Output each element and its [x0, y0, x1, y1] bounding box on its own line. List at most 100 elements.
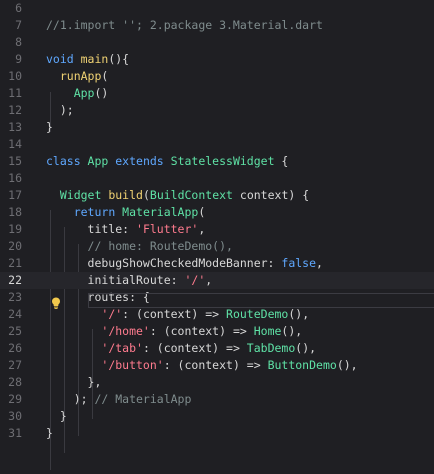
- code-text: return MaterialApp(: [46, 204, 206, 221]
- code-text: '/button': (context) => ButtonDemo(),: [46, 357, 358, 374]
- code-token: '/button': [101, 358, 164, 372]
- code-line[interactable]: 12 );: [0, 102, 434, 119]
- code-token: ,: [198, 222, 206, 236]
- code-line[interactable]: 11 App(): [0, 85, 434, 102]
- code-token: void: [46, 52, 81, 66]
- code-token: (),: [288, 307, 310, 321]
- code-text: class App extends StatelessWidget {: [46, 153, 288, 170]
- code-editor[interactable]: 6 7 //1.import ''; 2.package 3.Material.da…: [0, 0, 434, 474]
- code-line[interactable]: 31}: [0, 425, 434, 442]
- code-token: App: [87, 154, 116, 168]
- line-number: 21: [8, 256, 22, 270]
- code-text: initialRoute: '/',: [46, 272, 213, 289]
- code-token: (),: [336, 358, 358, 372]
- code-token: // MaterialApp: [94, 392, 192, 406]
- code-line[interactable]: 17 Widget build(BuildContext context) {: [0, 187, 434, 204]
- code-text: title: 'Flutter',: [46, 221, 206, 238]
- code-line[interactable]: 27 '/button': (context) => ButtonDemo(),: [0, 357, 434, 374]
- code-text: debugShowCheckedModeBanner: false,: [46, 255, 323, 272]
- code-token: App: [73, 86, 95, 100]
- line-number: 11: [8, 86, 22, 100]
- code-token: // home: RouteDemo(),: [87, 239, 233, 253]
- code-token: (: [142, 188, 150, 202]
- line-number: 27: [8, 358, 22, 372]
- line-number: 16: [8, 171, 22, 185]
- code-line[interactable]: 26 '/tab': (context) => TabDemo(),: [0, 340, 434, 357]
- code-token: false: [281, 256, 317, 270]
- line-number: 17: [8, 188, 22, 202]
- code-token: }: [46, 120, 53, 134]
- code-token: '/': [184, 273, 206, 287]
- code-token: '/tab': [101, 341, 143, 355]
- line-number: 20: [8, 239, 22, 253]
- line-number: 7: [15, 18, 22, 32]
- code-line[interactable]: 7 //1.import ''; 2.package 3.Material.dar…: [0, 17, 434, 34]
- line-number: 13: [8, 120, 22, 134]
- code-token: extends: [115, 154, 171, 168]
- code-text: void main(){: [46, 51, 129, 68]
- code-line[interactable]: 13}: [0, 119, 434, 136]
- code-token: : (context) =>: [122, 307, 227, 321]
- code-text: '/tab': (context) => TabDemo(),: [46, 340, 316, 357]
- code-text: '/': (context) => RouteDemo(),: [46, 306, 309, 323]
- code-token: );: [46, 103, 74, 117]
- code-text: );: [46, 102, 74, 119]
- code-token: debugShowCheckedModeBanner:: [46, 256, 282, 270]
- code-token: TabDemo: [246, 341, 296, 355]
- line-number: 23: [8, 290, 22, 304]
- code-line[interactable]: 24 '/': (context) => RouteDemo(),: [0, 306, 434, 323]
- code-token: Home: [253, 324, 282, 338]
- code-token: (): [94, 86, 109, 100]
- code-token: context) {: [239, 188, 310, 202]
- code-token: (),: [281, 324, 303, 338]
- code-text: runApp(: [46, 68, 108, 85]
- code-line[interactable]: 9 void main(){: [0, 51, 434, 68]
- code-token: ,: [316, 256, 323, 270]
- code-token: );: [46, 392, 95, 406]
- code-line[interactable]: 20 // home: RouteDemo(),: [0, 238, 434, 255]
- code-token: (: [198, 205, 206, 219]
- code-token: },: [46, 375, 102, 389]
- code-token: '/': [101, 307, 123, 321]
- line-number: 31: [8, 426, 22, 440]
- code-line[interactable]: 16: [0, 170, 434, 187]
- code-text: },: [46, 374, 102, 391]
- code-line[interactable]: 18 return MaterialApp(: [0, 204, 434, 221]
- code-token: 'Flutter': [136, 222, 199, 236]
- line-number: 12: [8, 103, 22, 117]
- line-number: 18: [8, 205, 22, 219]
- code-line[interactable]: 29 ); // MaterialApp: [0, 391, 434, 408]
- code-line[interactable]: 25 '/home': (context) => Home(),: [0, 323, 434, 340]
- code-token: ButtonDemo: [267, 358, 337, 372]
- code-text: Widget build(BuildContext context) {: [46, 187, 309, 204]
- current-line-box: [88, 293, 434, 308]
- line-number: 26: [8, 341, 22, 355]
- code-token: //1.import ''; 2.package 3.Material.dart: [46, 18, 323, 32]
- line-number: 6: [15, 1, 22, 15]
- line-number: 8: [15, 35, 22, 49]
- line-number: 29: [8, 392, 22, 406]
- code-token: : (context) =>: [149, 324, 254, 338]
- code-line[interactable]: 15 class App extends StatelessWidget {: [0, 153, 434, 170]
- line-number: 30: [8, 409, 22, 423]
- code-line[interactable]: 30 }: [0, 408, 434, 425]
- code-token: runApp: [59, 69, 102, 83]
- code-line[interactable]: 28 },: [0, 374, 434, 391]
- code-line[interactable]: 21 debugShowCheckedModeBanner: false,: [0, 255, 434, 272]
- lightbulb-icon[interactable]: [51, 297, 61, 309]
- code-line[interactable]: 14: [0, 136, 434, 153]
- code-line[interactable]: 10 runApp(: [0, 68, 434, 85]
- code-line[interactable]: 6: [0, 0, 434, 17]
- code-line[interactable]: 22 initialRoute: '/',: [0, 272, 434, 289]
- code-text: //1.import ''; 2.package 3.Material.dart: [46, 17, 323, 34]
- code-line[interactable]: 19 title: 'Flutter',: [0, 221, 434, 238]
- code-line[interactable]: 8: [0, 34, 434, 51]
- code-token: class: [46, 154, 88, 168]
